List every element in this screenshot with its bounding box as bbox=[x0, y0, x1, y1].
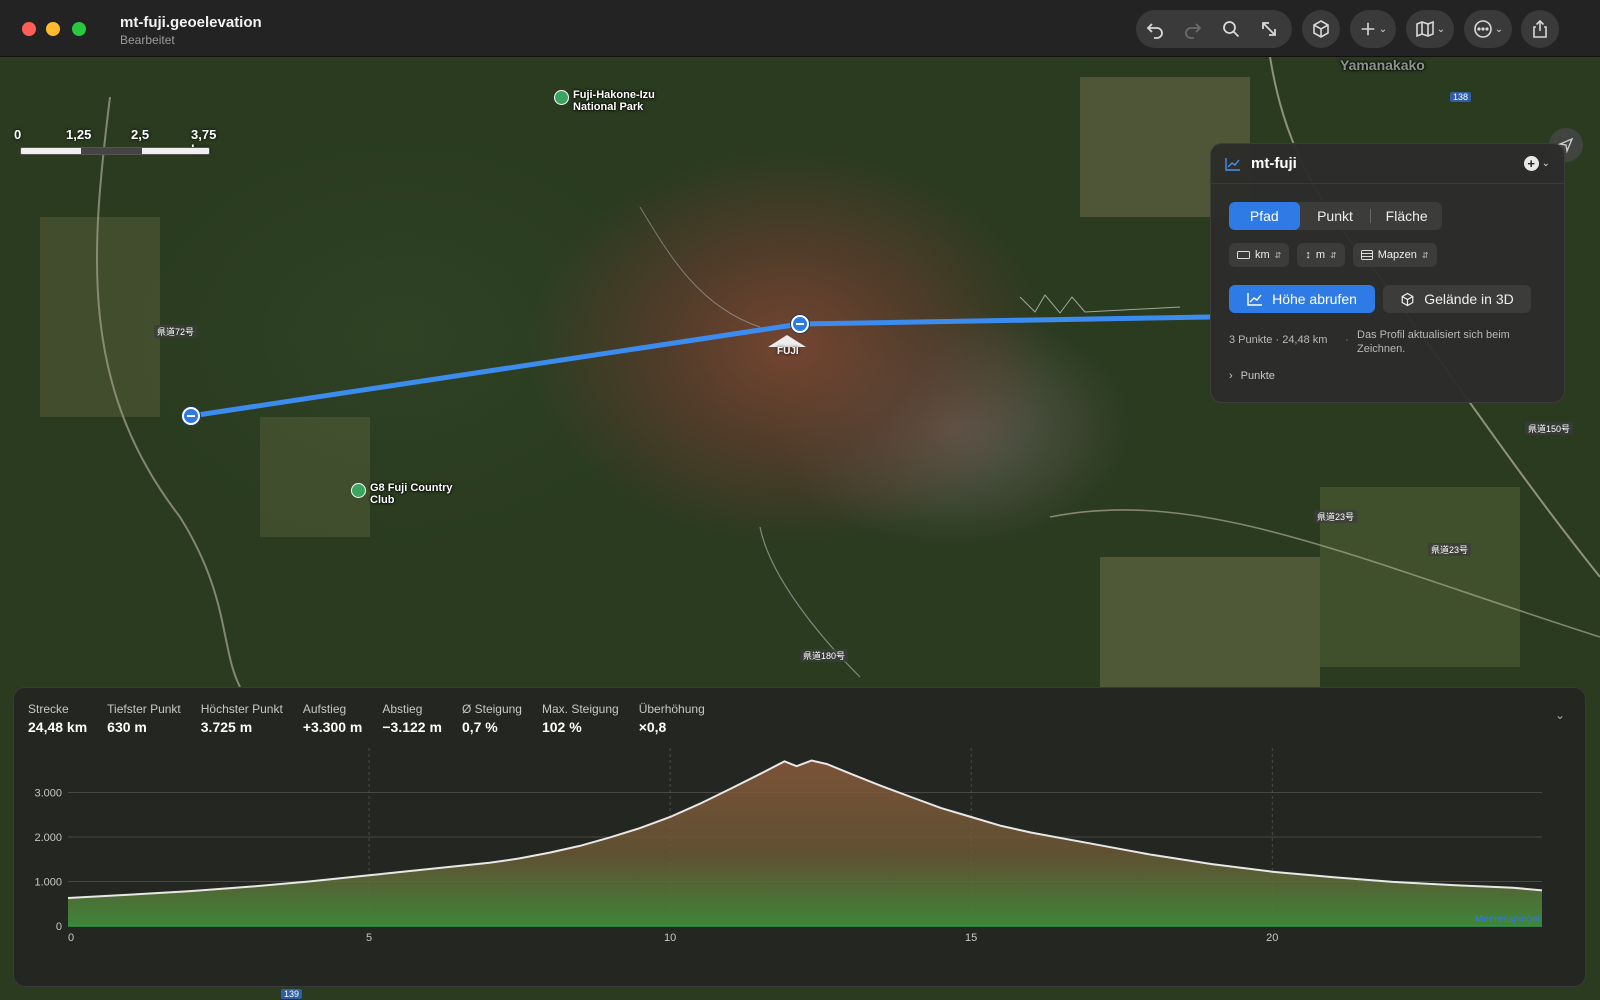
road-label: 138 bbox=[1450, 92, 1472, 102]
chevron-right-icon: › bbox=[1229, 370, 1233, 382]
route-waypoint[interactable] bbox=[182, 407, 200, 425]
search-icon bbox=[1223, 21, 1240, 38]
y-tick-label: 3.000 bbox=[34, 788, 62, 800]
document-status: Bearbeitet bbox=[120, 33, 175, 47]
points-label: Punkte bbox=[1240, 370, 1275, 382]
y-tick-label: 2.000 bbox=[34, 832, 62, 844]
plus-icon bbox=[1361, 22, 1375, 36]
chevron-down-icon: ⌄ bbox=[1494, 23, 1504, 35]
terrain-3d-button[interactable] bbox=[1302, 10, 1340, 48]
panel-header: mt-fuji + ⌄ bbox=[1211, 144, 1564, 184]
more-menu-button[interactable]: ⌄ bbox=[1464, 10, 1512, 48]
fetch-elevation-button[interactable]: Höhe abrufen bbox=[1229, 285, 1375, 313]
x-tick-label: 5 bbox=[366, 932, 372, 944]
updown-chevron-icon: ⇵ bbox=[1330, 250, 1337, 260]
elevation-source-select[interactable]: Mapzen ⇵ bbox=[1352, 243, 1437, 267]
cube-icon bbox=[1313, 20, 1329, 38]
tab-flaeche[interactable]: Fläche bbox=[1371, 202, 1442, 230]
map-scale: 0 1,25 2,5 3,75 km bbox=[14, 127, 224, 157]
database-icon bbox=[1360, 250, 1373, 260]
chevron-down-icon: ⌄ bbox=[1436, 23, 1446, 35]
redo-icon bbox=[1185, 23, 1202, 39]
updown-chevron-icon: ⇵ bbox=[1274, 250, 1282, 260]
more-icon bbox=[1473, 20, 1492, 38]
separator-dot: · bbox=[1345, 334, 1349, 346]
road-label: 県道23号 bbox=[1314, 510, 1358, 523]
add-menu-button[interactable]: ⌄ bbox=[1350, 10, 1396, 48]
road-label: 県道150号 bbox=[1525, 422, 1574, 435]
chevron-down-icon: ⌄ bbox=[1378, 23, 1388, 35]
terrain-3d-panel-button[interactable]: Gelände in 3D bbox=[1383, 285, 1531, 313]
plus-circle-icon: + bbox=[1523, 156, 1539, 171]
resize-icon bbox=[1262, 22, 1276, 36]
chevron-down-icon: ⌄ bbox=[1541, 158, 1550, 169]
mode-segmented-control: Pfad Punkt Fläche bbox=[1229, 202, 1442, 230]
map-style-button[interactable]: ⌄ bbox=[1406, 10, 1454, 48]
points-disclosure[interactable]: › Punkte bbox=[1229, 370, 1275, 382]
scale-bar bbox=[20, 147, 210, 155]
x-tick-label: 10 bbox=[664, 932, 676, 944]
cube-icon bbox=[1401, 292, 1414, 306]
updown-chevron-icon: ⇵ bbox=[1421, 250, 1429, 260]
panel-title: mt-fuji bbox=[1251, 155, 1297, 172]
x-tick-label: 0 bbox=[68, 932, 74, 944]
minimize-window-button[interactable] bbox=[46, 22, 60, 36]
share-button[interactable] bbox=[1521, 10, 1559, 48]
distance-unit-select[interactable]: km ⇵ bbox=[1229, 243, 1290, 267]
y-tick-label: 1.000 bbox=[34, 877, 62, 889]
chart-line-icon bbox=[1247, 293, 1263, 306]
profile-hint: Das Profil aktualisiert sich beim Zeichn… bbox=[1357, 329, 1510, 355]
sea-level-label: Meeresspiegel bbox=[1475, 914, 1540, 925]
search-button[interactable] bbox=[1212, 10, 1250, 48]
scale-label: 2,5 bbox=[131, 127, 150, 142]
poi-national-park[interactable]: Fuji-Hakone-Izu National Park bbox=[554, 89, 693, 113]
town-label: Yamanakako bbox=[1340, 57, 1425, 73]
undo-icon bbox=[1146, 23, 1163, 39]
undo-button[interactable] bbox=[1136, 10, 1174, 48]
y-tick-label: 0 bbox=[56, 921, 62, 933]
elevation-area bbox=[68, 760, 1542, 926]
golf-icon bbox=[351, 483, 366, 498]
map-icon bbox=[1415, 20, 1434, 38]
route-panel: mt-fuji + ⌄ Pfad Punkt Fläche km ⇵ ↕ m ⇵ M… bbox=[1210, 143, 1565, 403]
redo-button[interactable] bbox=[1174, 10, 1212, 48]
route-summary: 3 Punkte · 24,48 km bbox=[1229, 334, 1328, 346]
scale-label: 1,25 bbox=[66, 127, 92, 142]
scale-label: 0 bbox=[14, 127, 22, 142]
road-label: 139 bbox=[281, 989, 303, 999]
elevation-profile-panel: Strecke 24,48 km Tiefster Punkt 630 m Höch… bbox=[13, 687, 1586, 987]
summit-label: FUJI bbox=[777, 346, 799, 357]
route-waypoint[interactable] bbox=[791, 315, 809, 333]
road-label: 県道72号 bbox=[154, 325, 198, 338]
share-icon bbox=[1533, 19, 1547, 38]
edit-toolbar-group bbox=[1136, 10, 1292, 48]
road-label: 県道180号 bbox=[800, 649, 849, 662]
elevation-chart[interactable]: 0 1.000 2.000 3.000 0 5 10 15 20 Meeresspiegel bbox=[14, 688, 1587, 988]
tab-pfad[interactable]: Pfad bbox=[1229, 202, 1300, 230]
close-window-button[interactable] bbox=[22, 22, 36, 36]
height-unit-select[interactable]: ↕ m ⇵ bbox=[1297, 243, 1345, 267]
road-label: 県道23号 bbox=[1428, 543, 1472, 556]
document-title: mt-fuji.geoelevation bbox=[120, 14, 262, 31]
title-bar: mt-fuji.geoelevation Bearbeitet ⌄ ⌄ ⌄ bbox=[0, 0, 1600, 57]
x-tick-label: 15 bbox=[965, 932, 977, 944]
chart-line-icon bbox=[1225, 157, 1240, 171]
tab-punkt[interactable]: Punkt bbox=[1300, 202, 1371, 230]
ruler-icon bbox=[1237, 251, 1250, 259]
height-arrow-icon: ↕ bbox=[1305, 249, 1311, 261]
unit-selects: km ⇵ ↕ m ⇵ Mapzen ⇵ bbox=[1229, 243, 1437, 267]
tree-icon bbox=[554, 90, 569, 105]
resize-button[interactable] bbox=[1250, 10, 1288, 48]
zoom-window-button[interactable] bbox=[72, 22, 86, 36]
poi-country-club[interactable]: G8 Fuji Country Club bbox=[351, 482, 470, 506]
panel-add-button[interactable]: + ⌄ bbox=[1523, 156, 1550, 171]
x-tick-label: 20 bbox=[1266, 932, 1278, 944]
